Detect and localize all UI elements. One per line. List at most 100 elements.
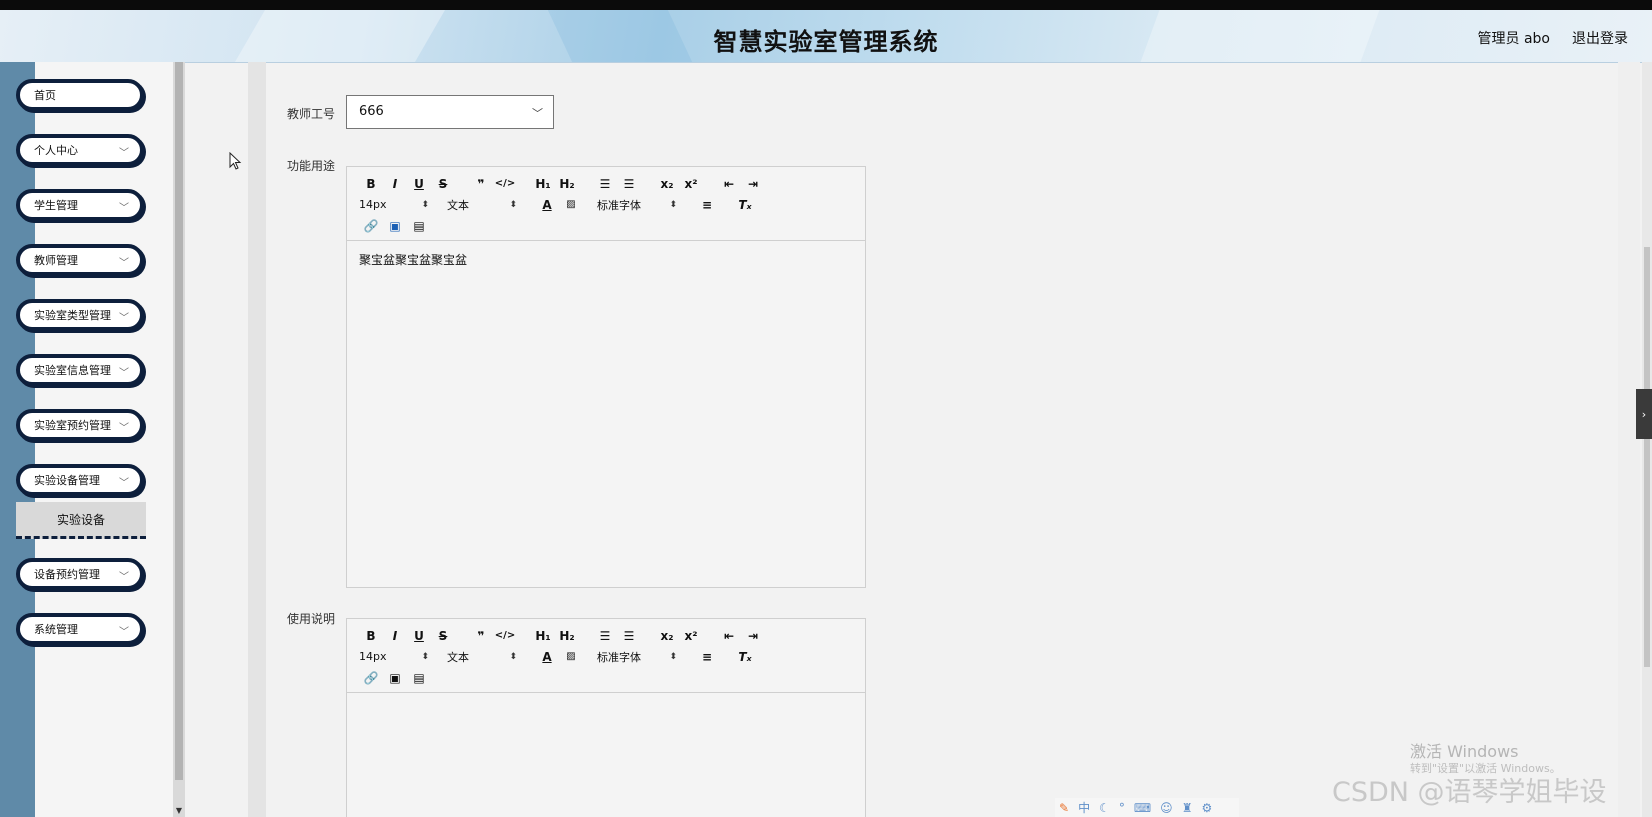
ordered-list-icon[interactable]: ☰ bbox=[593, 177, 617, 191]
underline-icon[interactable]: U bbox=[407, 629, 431, 643]
sidebar-scrollbar[interactable]: ▼ bbox=[173, 62, 185, 817]
current-user-label: 管理员 abo bbox=[1477, 31, 1550, 47]
chevron-down-icon: ﹀ bbox=[119, 148, 129, 159]
sidebar-item-label: 个人中心 bbox=[34, 144, 78, 157]
outdent-icon[interactable]: ⇤ bbox=[717, 629, 741, 643]
csdn-watermark: CSDN @语琴学姐毕设 bbox=[1332, 777, 1607, 808]
align-icon[interactable]: ≡ bbox=[695, 198, 719, 212]
sidebar-item-home[interactable]: 首页 bbox=[16, 79, 144, 111]
video-icon[interactable]: ▤ bbox=[407, 671, 431, 685]
teacher-id-select[interactable]: 666 ﹀ bbox=[346, 95, 554, 129]
underline-icon[interactable]: U bbox=[407, 177, 431, 191]
outdent-icon[interactable]: ⇤ bbox=[717, 177, 741, 191]
sidebar-item-lab-booking-management[interactable]: 实验室预约管理 ﹀ bbox=[16, 409, 144, 441]
video-icon[interactable]: ▤ bbox=[407, 219, 431, 233]
h1-icon[interactable]: H₁ bbox=[531, 177, 555, 191]
h2-icon[interactable]: H₂ bbox=[555, 629, 579, 643]
link-icon[interactable]: 🔗 bbox=[359, 671, 383, 685]
strike-icon[interactable]: S bbox=[431, 177, 455, 191]
superscript-icon[interactable]: x² bbox=[679, 629, 703, 643]
sidebar-subitem-lab-equipment[interactable]: 实验设备 bbox=[16, 502, 146, 539]
bullet-list-icon[interactable]: ☰ bbox=[617, 629, 641, 643]
image-icon[interactable]: ▣ bbox=[383, 219, 407, 233]
sidebar-item-label: 实验室信息管理 bbox=[34, 364, 111, 377]
quote-icon[interactable]: ❞ bbox=[469, 629, 493, 643]
app-header: 智慧实验室管理系统 管理员 abo 退出登录 bbox=[0, 10, 1652, 63]
chevron-down-icon: ﹀ bbox=[119, 368, 129, 379]
background-color-icon[interactable]: ▨ bbox=[559, 199, 583, 210]
ime-toolbar[interactable]: ✎ 中 ☾ ° ⌨ ☺ ♜ ⚙ bbox=[1055, 798, 1239, 817]
content-gutter bbox=[248, 62, 266, 817]
page-scrollbar[interactable] bbox=[1642, 62, 1652, 817]
clear-format-icon[interactable]: Tₓ bbox=[733, 198, 757, 212]
code-icon[interactable]: </> bbox=[493, 178, 517, 189]
italic-icon[interactable]: I bbox=[383, 177, 407, 191]
font-size-select[interactable]: 14px ⬍ bbox=[359, 198, 429, 211]
font-color-icon[interactable]: A bbox=[535, 650, 559, 664]
updown-icon: ⬍ bbox=[509, 199, 517, 210]
chevron-down-icon: ﹀ bbox=[119, 313, 129, 324]
usage-label: 使用说明 bbox=[287, 612, 336, 626]
page-scroll-thumb[interactable] bbox=[1644, 247, 1650, 667]
code-icon[interactable]: </> bbox=[493, 630, 517, 641]
sidebar-item-student-management[interactable]: 学生管理 ﹀ bbox=[16, 189, 144, 221]
gear-icon: ⚙ bbox=[1201, 800, 1213, 815]
link-icon[interactable]: 🔗 bbox=[359, 219, 383, 233]
font-family-select[interactable]: 标准字体 ⬍ bbox=[597, 649, 677, 665]
clear-format-icon[interactable]: Tₓ bbox=[733, 650, 757, 664]
editor-toolbar: B I U S ❞ </> H₁ H₂ ☰ ☰ x₂ x² ⇤ ⇥ 14px ⬍ … bbox=[347, 619, 865, 693]
sidebar-item-system-management[interactable]: 系统管理 ﹀ bbox=[16, 613, 144, 645]
background-color-icon[interactable]: ▨ bbox=[559, 651, 583, 662]
image-icon[interactable]: ▣ bbox=[383, 671, 407, 685]
paragraph-select[interactable]: 文本 ⬍ bbox=[447, 649, 517, 665]
updown-icon: ⬍ bbox=[669, 199, 677, 210]
mouse-cursor-icon bbox=[229, 152, 242, 170]
collapse-panel-tab[interactable]: › bbox=[1636, 389, 1652, 439]
sidebar-item-teacher-management[interactable]: 教师管理 ﹀ bbox=[16, 244, 144, 276]
updown-icon: ⬍ bbox=[421, 199, 429, 210]
indent-icon[interactable]: ⇥ bbox=[741, 629, 765, 643]
indent-icon[interactable]: ⇥ bbox=[741, 177, 765, 191]
chevron-down-icon: ﹀ bbox=[119, 423, 129, 434]
bold-icon[interactable]: B bbox=[359, 177, 383, 191]
logout-link[interactable]: 退出登录 bbox=[1572, 28, 1628, 48]
quote-icon[interactable]: ❞ bbox=[469, 177, 493, 191]
h1-icon[interactable]: H₁ bbox=[531, 629, 555, 643]
usage-editor: B I U S ❞ </> H₁ H₂ ☰ ☰ x₂ x² ⇤ ⇥ 14px ⬍ … bbox=[346, 618, 866, 817]
chevron-right-icon: › bbox=[1641, 407, 1647, 421]
subscript-icon[interactable]: x₂ bbox=[655, 177, 679, 191]
italic-icon[interactable]: I bbox=[383, 629, 407, 643]
bullet-list-icon[interactable]: ☰ bbox=[617, 177, 641, 191]
chevron-down-icon: ﹀ bbox=[532, 107, 543, 120]
font-family-select[interactable]: 标准字体 ⬍ bbox=[597, 197, 677, 213]
paragraph-value: 文本 bbox=[447, 198, 469, 212]
scroll-down-arrow-icon[interactable]: ▼ bbox=[173, 806, 185, 815]
ordered-list-icon[interactable]: ☰ bbox=[593, 629, 617, 643]
user-icon: ☺ bbox=[1160, 800, 1173, 815]
font-color-icon[interactable]: A bbox=[535, 198, 559, 212]
h2-icon[interactable]: H₂ bbox=[555, 177, 579, 191]
function-editor-content[interactable]: 聚宝盆聚宝盆聚宝盆 bbox=[347, 241, 865, 278]
chevron-down-icon: ﹀ bbox=[119, 627, 129, 638]
sidebar-item-personal-center[interactable]: 个人中心 ﹀ bbox=[16, 134, 144, 166]
strike-icon[interactable]: S bbox=[431, 629, 455, 643]
windows-activation-watermark: 激活 Windows bbox=[1410, 742, 1519, 761]
chevron-down-icon: ﹀ bbox=[119, 258, 129, 269]
sidebar-item-lab-info-management[interactable]: 实验室信息管理 ﹀ bbox=[16, 354, 144, 386]
align-icon[interactable]: ≡ bbox=[695, 650, 719, 664]
ime-mode-label[interactable]: 中 bbox=[1078, 799, 1090, 816]
sidebar-item-lab-equipment-management[interactable]: 实验设备管理 ﹀ bbox=[16, 464, 144, 496]
superscript-icon[interactable]: x² bbox=[679, 177, 703, 191]
teacher-id-label: 教师工号 bbox=[287, 107, 336, 121]
subscript-icon[interactable]: x₂ bbox=[655, 629, 679, 643]
paragraph-select[interactable]: 文本 ⬍ bbox=[447, 197, 517, 213]
sidebar-scroll-thumb[interactable] bbox=[175, 62, 183, 780]
user-area: 管理员 abo 退出登录 bbox=[1478, 28, 1628, 48]
sidebar-item-equipment-booking-management[interactable]: 设备预约管理 ﹀ bbox=[16, 558, 144, 590]
teacher-id-value: 666 bbox=[359, 104, 384, 119]
font-size-select[interactable]: 14px ⬍ bbox=[359, 650, 429, 663]
bold-icon[interactable]: B bbox=[359, 629, 383, 643]
sidebar-item-lab-type-management[interactable]: 实验室类型管理 ﹀ bbox=[16, 299, 144, 331]
font-size-value: 14px bbox=[359, 198, 387, 211]
usage-editor-content[interactable] bbox=[347, 693, 865, 713]
